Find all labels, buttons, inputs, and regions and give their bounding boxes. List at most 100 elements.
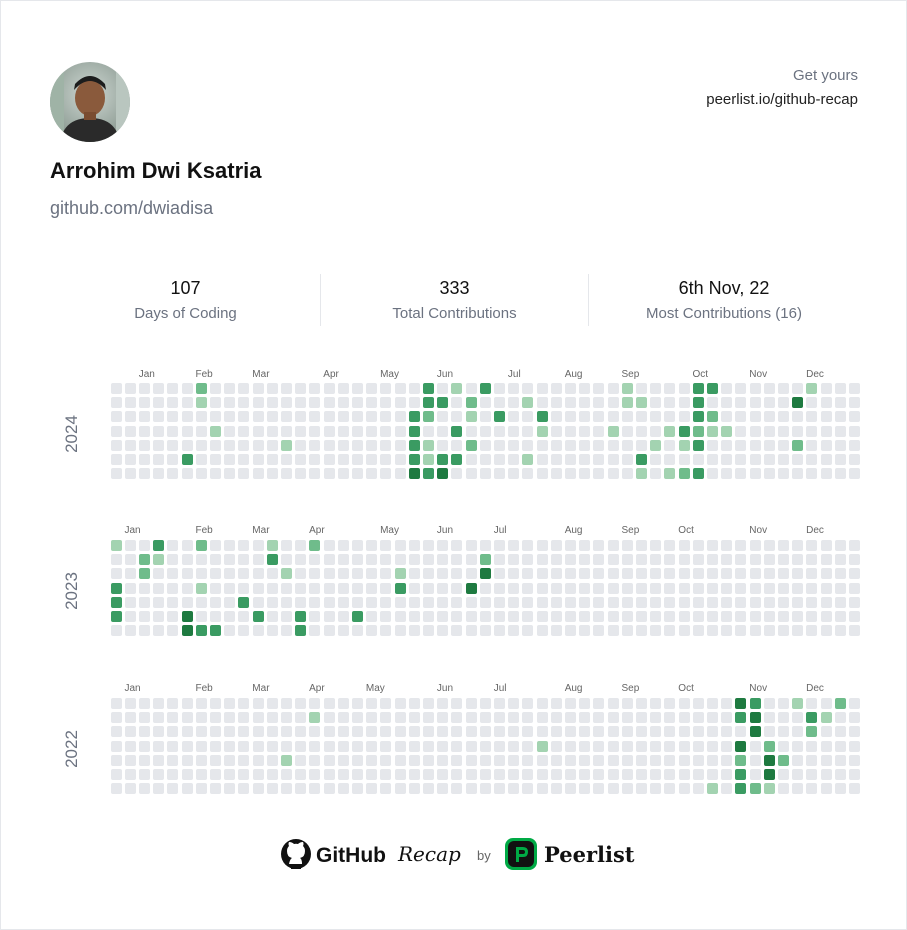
contribution-cell[interactable] bbox=[792, 554, 804, 566]
contribution-cell[interactable] bbox=[508, 698, 520, 709]
contribution-cell[interactable] bbox=[650, 712, 662, 724]
contribution-cell[interactable] bbox=[110, 769, 122, 780]
contribution-cell[interactable] bbox=[593, 468, 605, 480]
contribution-cell[interactable] bbox=[209, 568, 221, 580]
contribution-cell[interactable] bbox=[806, 554, 818, 566]
contribution-cell[interactable] bbox=[806, 740, 818, 752]
contribution-cell[interactable] bbox=[195, 397, 207, 409]
contribution-cell[interactable] bbox=[266, 611, 278, 622]
contribution-cell[interactable] bbox=[806, 783, 818, 795]
contribution-cell[interactable] bbox=[138, 582, 150, 594]
contribution-cell[interactable] bbox=[252, 712, 264, 724]
contribution-cell[interactable] bbox=[479, 625, 491, 637]
contribution-cell[interactable] bbox=[295, 698, 307, 709]
contribution-cell[interactable] bbox=[536, 783, 548, 795]
contribution-cell[interactable] bbox=[408, 611, 420, 622]
contribution-cell[interactable] bbox=[820, 439, 832, 451]
contribution-cell[interactable] bbox=[422, 554, 434, 566]
contribution-cell[interactable] bbox=[650, 411, 662, 423]
contribution-cell[interactable] bbox=[422, 397, 434, 409]
contribution-cell[interactable] bbox=[550, 596, 562, 608]
contribution-cell[interactable] bbox=[763, 554, 775, 566]
contribution-cell[interactable] bbox=[351, 698, 363, 709]
contribution-cell[interactable] bbox=[209, 425, 221, 437]
contribution-cell[interactable] bbox=[664, 783, 676, 795]
contribution-cell[interactable] bbox=[579, 397, 591, 409]
contribution-cell[interactable] bbox=[820, 596, 832, 608]
contribution-cell[interactable] bbox=[536, 754, 548, 766]
contribution-cell[interactable] bbox=[550, 769, 562, 780]
contribution-cell[interactable] bbox=[749, 698, 761, 709]
contribution-cell[interactable] bbox=[181, 411, 193, 423]
contribution-cell[interactable] bbox=[138, 596, 150, 608]
contribution-cell[interactable] bbox=[224, 783, 236, 795]
contribution-cell[interactable] bbox=[351, 568, 363, 580]
contribution-cell[interactable] bbox=[763, 726, 775, 738]
contribution-cell[interactable] bbox=[309, 712, 321, 724]
contribution-cell[interactable] bbox=[394, 425, 406, 437]
contribution-cell[interactable] bbox=[422, 769, 434, 780]
contribution-cell[interactable] bbox=[153, 698, 165, 709]
contribution-cell[interactable] bbox=[848, 783, 860, 795]
contribution-cell[interactable] bbox=[522, 540, 534, 551]
contribution-cell[interactable] bbox=[209, 554, 221, 566]
contribution-cell[interactable] bbox=[167, 596, 179, 608]
contribution-cell[interactable] bbox=[607, 468, 619, 480]
contribution-cell[interactable] bbox=[195, 468, 207, 480]
contribution-cell[interactable] bbox=[465, 754, 477, 766]
contribution-cell[interactable] bbox=[848, 740, 860, 752]
contribution-cell[interactable] bbox=[706, 554, 718, 566]
contribution-cell[interactable] bbox=[650, 425, 662, 437]
contribution-cell[interactable] bbox=[351, 625, 363, 637]
contribution-cell[interactable] bbox=[749, 540, 761, 551]
contribution-cell[interactable] bbox=[692, 454, 704, 465]
contribution-cell[interactable] bbox=[749, 425, 761, 437]
contribution-cell[interactable] bbox=[692, 397, 704, 409]
contribution-cell[interactable] bbox=[465, 698, 477, 709]
contribution-cell[interactable] bbox=[394, 769, 406, 780]
contribution-cell[interactable] bbox=[380, 740, 392, 752]
contribution-cell[interactable] bbox=[337, 397, 349, 409]
contribution-cell[interactable] bbox=[252, 783, 264, 795]
contribution-cell[interactable] bbox=[380, 468, 392, 480]
contribution-cell[interactable] bbox=[650, 439, 662, 451]
contribution-cell[interactable] bbox=[536, 397, 548, 409]
contribution-cell[interactable] bbox=[820, 397, 832, 409]
contribution-cell[interactable] bbox=[124, 783, 136, 795]
contribution-cell[interactable] bbox=[124, 596, 136, 608]
contribution-cell[interactable] bbox=[366, 698, 378, 709]
contribution-cell[interactable] bbox=[337, 596, 349, 608]
contribution-cell[interactable] bbox=[621, 411, 633, 423]
contribution-cell[interactable] bbox=[437, 568, 449, 580]
contribution-cell[interactable] bbox=[465, 383, 477, 394]
contribution-cell[interactable] bbox=[224, 439, 236, 451]
contribution-cell[interactable] bbox=[706, 582, 718, 594]
contribution-cell[interactable] bbox=[351, 582, 363, 594]
contribution-cell[interactable] bbox=[621, 740, 633, 752]
profile-handle[interactable]: github.com/dwiadisa bbox=[50, 198, 213, 219]
contribution-cell[interactable] bbox=[820, 540, 832, 551]
contribution-cell[interactable] bbox=[564, 582, 576, 594]
contribution-cell[interactable] bbox=[536, 769, 548, 780]
contribution-cell[interactable] bbox=[451, 468, 463, 480]
contribution-cell[interactable] bbox=[508, 783, 520, 795]
contribution-cell[interactable] bbox=[721, 783, 733, 795]
contribution-cell[interactable] bbox=[394, 783, 406, 795]
contribution-cell[interactable] bbox=[337, 740, 349, 752]
contribution-cell[interactable] bbox=[323, 454, 335, 465]
contribution-cell[interactable] bbox=[465, 439, 477, 451]
contribution-cell[interactable] bbox=[422, 712, 434, 724]
contribution-cell[interactable] bbox=[437, 596, 449, 608]
contribution-cell[interactable] bbox=[522, 411, 534, 423]
contribution-cell[interactable] bbox=[806, 754, 818, 766]
contribution-cell[interactable] bbox=[735, 783, 747, 795]
contribution-cell[interactable] bbox=[437, 397, 449, 409]
contribution-cell[interactable] bbox=[579, 596, 591, 608]
contribution-cell[interactable] bbox=[536, 383, 548, 394]
contribution-cell[interactable] bbox=[181, 740, 193, 752]
contribution-cell[interactable] bbox=[479, 425, 491, 437]
contribution-cell[interactable] bbox=[437, 783, 449, 795]
contribution-cell[interactable] bbox=[394, 726, 406, 738]
contribution-cell[interactable] bbox=[238, 383, 250, 394]
contribution-cell[interactable] bbox=[138, 439, 150, 451]
